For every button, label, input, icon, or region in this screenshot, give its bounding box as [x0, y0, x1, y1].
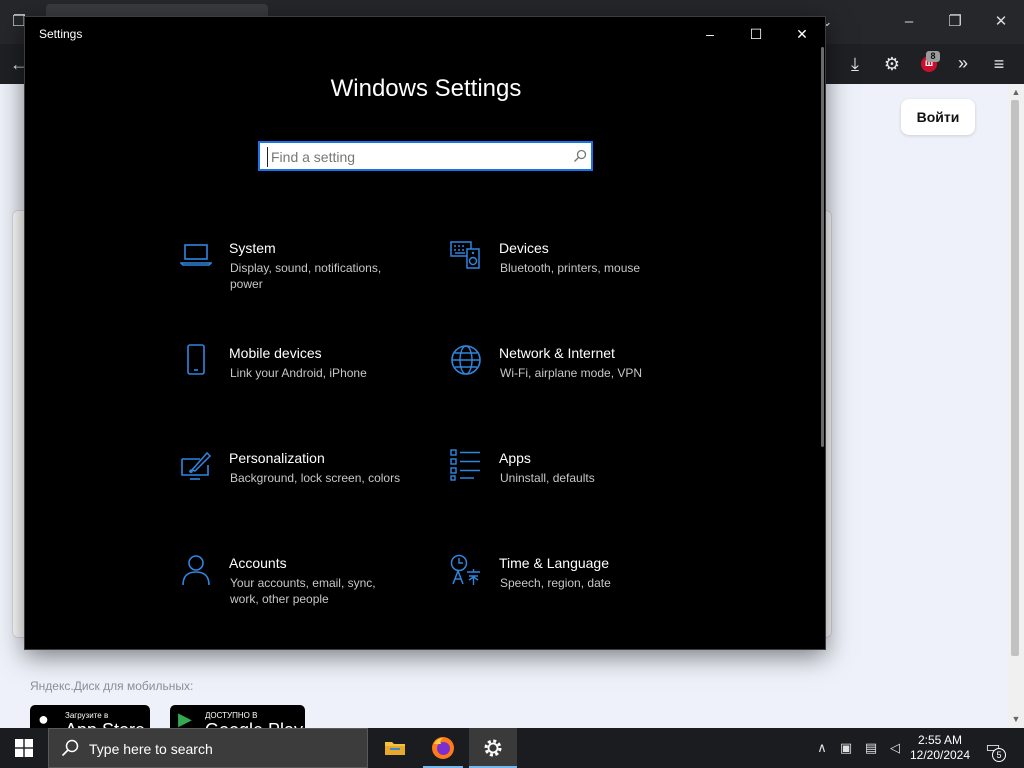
start-button[interactable] — [0, 728, 48, 768]
window-title: Settings — [39, 27, 83, 41]
file-explorer-button[interactable] — [371, 728, 419, 768]
maximize-icon[interactable]: ☐ — [740, 22, 772, 46]
person-icon — [182, 555, 210, 586]
scroll-down-icon[interactable]: ▼ — [1010, 714, 1022, 724]
more-extensions-icon[interactable]: » — [952, 53, 974, 73]
category-name: Mobile devices — [229, 345, 322, 361]
folder-icon — [385, 742, 405, 755]
minimize-icon[interactable]: – — [694, 22, 726, 46]
category-desc: Bluetooth, printers, mouse — [500, 261, 641, 275]
login-button[interactable]: Войти — [901, 99, 975, 135]
network-icon[interactable]: ▤ — [861, 738, 881, 758]
firefox-button[interactable] — [419, 728, 467, 768]
scroll-up-icon[interactable]: ▲ — [1010, 87, 1022, 97]
category-desc: Wi-Fi, airplane mode, VPN — [500, 366, 643, 380]
taskbar: Type here to search ∧ ▣ ▤ ◁ 2:55 AM 12/2… — [0, 728, 1024, 768]
taskbar-clock[interactable]: 2:55 AM 12/20/2024 — [900, 733, 980, 763]
google-play-badge[interactable]: ▶ ДОСТУПНО В Google Play — [170, 705, 305, 728]
app-store-big: App Store — [65, 720, 145, 728]
browser-minimize-icon[interactable]: – — [897, 12, 921, 32]
laptop-icon — [180, 244, 212, 266]
notification-count: 5 — [992, 748, 1006, 762]
category-name: Apps — [499, 450, 531, 466]
taskbar-search[interactable]: Type here to search — [48, 728, 368, 768]
paint-icon — [181, 451, 212, 480]
category-desc: Link your Android, iPhone — [230, 366, 367, 380]
phone-icon — [187, 344, 205, 375]
category-system[interactable]: System Display, sound, notifications, po… — [180, 239, 420, 309]
browser-menu-icon[interactable]: ≡ — [988, 54, 1010, 74]
search-icon[interactable] — [572, 148, 588, 164]
category-network-internet[interactable]: Network & Internet Wi-Fi, airplane mode,… — [450, 344, 690, 414]
category-mobile-devices[interactable]: Mobile devices Link your Android, iPhone — [180, 344, 420, 414]
search-icon — [61, 739, 79, 757]
browser-close-icon[interactable]: ✕ — [989, 12, 1013, 32]
browser-restore-icon[interactable]: ❐ — [943, 12, 967, 32]
search-input[interactable] — [267, 147, 557, 167]
category-desc: Background, lock screen, colors — [230, 471, 401, 485]
apps-list-icon — [450, 449, 480, 481]
google-play-icon: ▶ — [178, 709, 192, 728]
firefox-icon — [432, 737, 454, 759]
category-name: Time & Language — [499, 555, 609, 571]
show-hidden-icons-icon[interactable]: ∧ — [812, 738, 832, 758]
category-name: Personalization — [229, 450, 325, 466]
category-desc: Display, sound, notifications, power — [230, 261, 382, 291]
download-icon[interactable]: ⤓ — [844, 54, 866, 74]
category-desc: Uninstall, defaults — [500, 471, 595, 485]
category-devices[interactable]: Devices Bluetooth, printers, mouse — [450, 239, 690, 309]
category-time-language[interactable]: Time & Language Speech, region, date — [450, 554, 690, 624]
category-accounts[interactable]: Accounts Your accounts, email, sync, wor… — [180, 554, 420, 624]
disk-mobile-label: Яндекс.Диск для мобильных: — [30, 679, 194, 693]
category-name: System — [229, 240, 276, 256]
settings-scrollbar[interactable] — [821, 47, 824, 447]
close-icon[interactable]: ✕ — [786, 22, 818, 46]
category-name: Devices — [499, 240, 549, 256]
security-icon[interactable]: ▣ — [836, 738, 856, 758]
category-personalization[interactable]: Personalization Background, lock screen,… — [180, 449, 420, 519]
scroll-thumb[interactable] — [1011, 100, 1019, 656]
settings-window: Settings – ☐ ✕ Windows Settings System D… — [24, 16, 826, 650]
google-play-big: Google Play — [205, 720, 303, 728]
app-store-badge[interactable]: ● Загрузите в App Store — [30, 705, 150, 728]
search-box[interactable] — [258, 141, 593, 171]
extensions-icon[interactable]: ⚙ — [881, 54, 903, 74]
category-name: Network & Internet — [499, 345, 615, 361]
taskbar-search-placeholder: Type here to search — [89, 741, 213, 757]
clock-time: 2:55 AM — [917, 733, 963, 747]
clock-date: 12/20/2024 — [909, 748, 971, 762]
time-language-icon — [450, 554, 480, 585]
globe-icon — [451, 345, 481, 375]
category-name: Accounts — [229, 555, 287, 571]
settings-taskbar-button[interactable] — [469, 728, 517, 768]
windows-logo-icon — [15, 739, 33, 757]
apple-icon: ● — [38, 709, 49, 728]
app-store-small: Загрузите в — [65, 711, 109, 720]
google-play-small: ДОСТУПНО В — [205, 711, 258, 720]
category-apps[interactable]: Apps Uninstall, defaults — [450, 449, 690, 519]
category-desc: Speech, region, date — [500, 576, 611, 590]
gear-icon — [484, 739, 502, 757]
page-title: Windows Settings — [330, 75, 522, 102]
extension-badge: 8 — [926, 51, 940, 62]
category-desc: Your accounts, email, sync, work, other … — [230, 576, 376, 606]
keyboard-speaker-icon — [450, 241, 480, 269]
